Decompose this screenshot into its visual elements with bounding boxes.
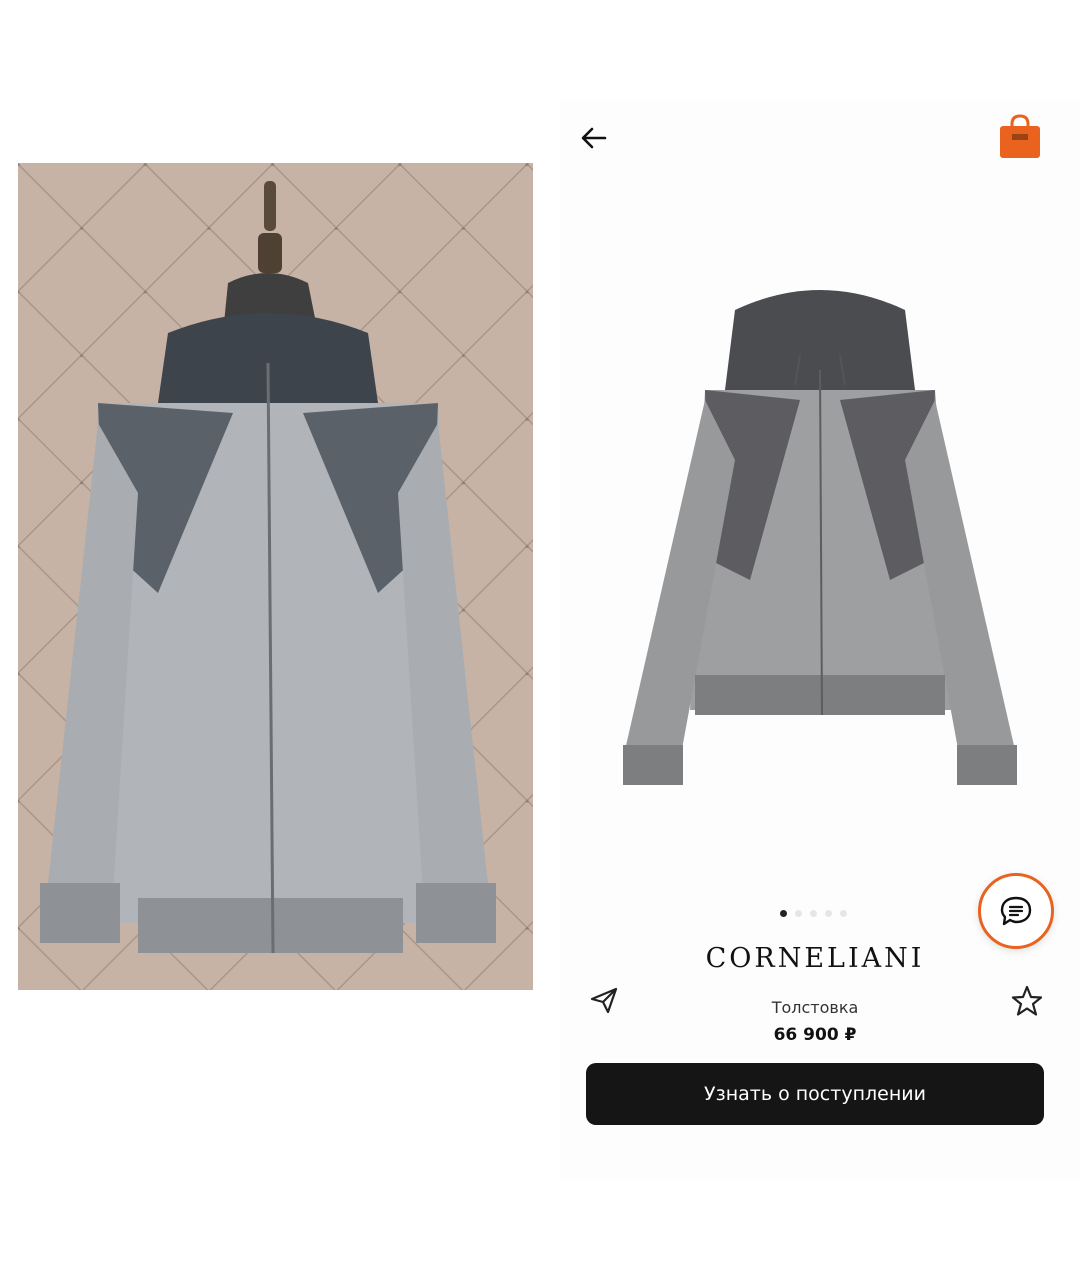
arrow-left-icon — [581, 127, 607, 149]
cart-button[interactable] — [996, 112, 1044, 160]
carousel-dot[interactable] — [810, 910, 817, 917]
product-category: Толстовка — [771, 998, 859, 1017]
brand-name[interactable]: CORNELIANI — [560, 943, 1070, 974]
back-button[interactable] — [576, 120, 612, 156]
product-photo-mannequin — [18, 163, 533, 990]
star-icon — [1011, 985, 1043, 1016]
carousel-dot[interactable] — [795, 910, 802, 917]
carousel-dot[interactable] — [840, 910, 847, 917]
product-image[interactable] — [615, 280, 1025, 790]
favorite-button[interactable] — [1010, 984, 1044, 1018]
carousel-dots — [780, 910, 847, 917]
notify-availability-button[interactable]: Узнать о поступлении — [586, 1063, 1044, 1125]
product-price: 66 900 ₽ — [773, 1025, 857, 1045]
carousel-dot[interactable] — [825, 910, 832, 917]
chat-button[interactable] — [978, 873, 1054, 949]
shopping-bag-icon — [1000, 114, 1040, 158]
carousel-dot[interactable] — [780, 910, 787, 917]
chat-icon — [1000, 896, 1032, 926]
product-page: CORNELIANI Толстовка 66 900 ₽ Узнать о п… — [560, 100, 1080, 1180]
